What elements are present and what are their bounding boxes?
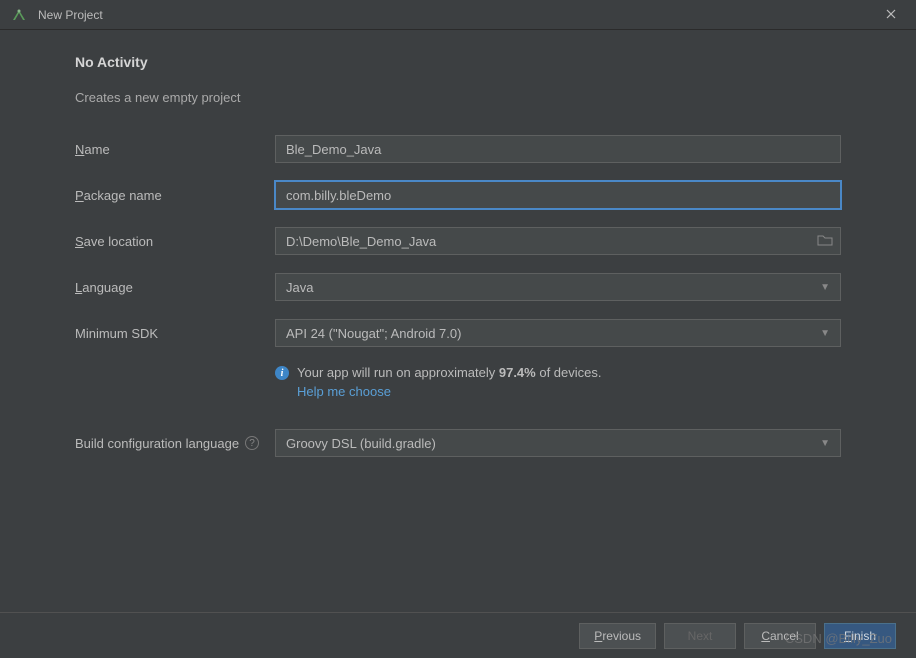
chevron-down-icon: ▼ [820,328,830,339]
cancel-button[interactable]: Cancel [744,623,816,649]
close-icon[interactable] [876,7,906,22]
chevron-down-icon: ▼ [820,438,830,449]
row-package: Package name [75,181,841,209]
package-name-input[interactable] [275,181,841,209]
name-input[interactable] [275,135,841,163]
label-build-config: Build configuration language ? [75,436,275,451]
dialog-content: No Activity Creates a new empty project … [0,30,916,457]
language-select[interactable]: Java ▼ [275,273,841,301]
label-save-location: Save location [75,234,275,249]
min-sdk-select[interactable]: API 24 ("Nougat"; Android 7.0) ▼ [275,319,841,347]
row-name: Name [75,135,841,163]
sdk-info-row: i Your app will run on approximately 97.… [275,365,841,380]
page-subtitle: Creates a new empty project [75,90,841,105]
build-config-select[interactable]: Groovy DSL (build.gradle) ▼ [275,429,841,457]
label-name: Name [75,142,275,157]
row-language: Language Java ▼ [75,273,841,301]
help-icon[interactable]: ? [245,436,259,450]
info-icon: i [275,366,289,380]
finish-button[interactable]: Finish [824,623,896,649]
android-studio-icon [10,8,28,22]
row-build-config: Build configuration language ? Groovy DS… [75,429,841,457]
min-sdk-select-value: API 24 ("Nougat"; Android 7.0) [286,326,461,341]
help-me-choose-link[interactable]: Help me choose [297,384,391,399]
window-title: New Project [38,8,876,22]
titlebar: New Project [0,0,916,30]
save-location-input[interactable] [275,227,841,255]
label-package: Package name [75,188,275,203]
next-button: Next [664,623,736,649]
folder-icon[interactable] [817,233,833,247]
label-language: Language [75,280,275,295]
row-save-location: Save location [75,227,841,255]
build-config-select-value: Groovy DSL (build.gradle) [286,436,436,451]
page-title: No Activity [75,54,841,70]
sdk-info-text: Your app will run on approximately 97.4%… [297,365,602,380]
previous-button[interactable]: Previous [579,623,656,649]
language-select-value: Java [286,280,313,295]
row-min-sdk: Minimum SDK API 24 ("Nougat"; Android 7.… [75,319,841,347]
button-bar: Previous Next Cancel Finish [0,612,916,658]
label-min-sdk: Minimum SDK [75,326,275,341]
chevron-down-icon: ▼ [820,282,830,293]
